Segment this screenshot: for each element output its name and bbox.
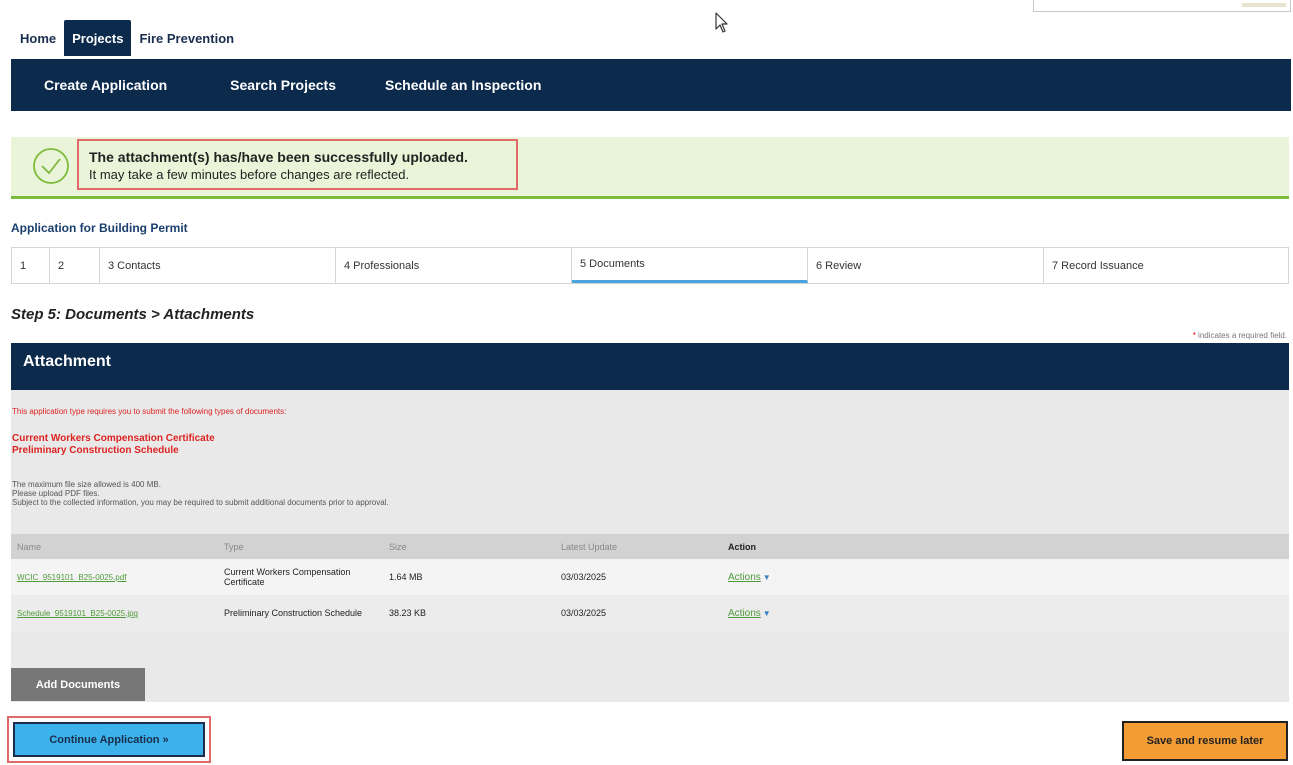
required-docs-notice: This application type requires you to su… — [12, 407, 287, 416]
actions-dropdown[interactable]: Actions — [728, 572, 761, 583]
required-docs-list: Current Workers Compensation Certificate… — [12, 433, 215, 457]
upload-info-line: Subject to the collected information, yo… — [12, 498, 389, 507]
required-field-note: * indicates a required field. — [1193, 331, 1287, 340]
step-5-documents[interactable]: 5 Documents — [572, 248, 808, 283]
mouse-cursor-icon — [715, 12, 728, 33]
tab-projects[interactable]: Projects — [64, 20, 132, 56]
required-star: * — [1192, 331, 1196, 340]
step-3-contacts[interactable]: 3 Contacts — [100, 248, 336, 283]
nav-create-application[interactable]: Create Application — [44, 77, 167, 93]
tab-home[interactable]: Home — [12, 20, 64, 56]
save-resume-later-button[interactable]: Save and resume later — [1122, 721, 1288, 761]
attachment-header: Attachment — [11, 343, 1289, 390]
required-doc-item: Preliminary Construction Schedule — [12, 445, 179, 456]
continue-application-button[interactable]: Continue Application » — [13, 722, 205, 757]
nav-search-projects[interactable]: Search Projects — [230, 77, 336, 93]
document-date: 03/03/2025 — [561, 595, 728, 631]
top-tab-bar: Home Projects Fire Prevention — [12, 20, 242, 56]
document-link[interactable]: WCIC_9519101_B25-0025.pdf — [17, 573, 126, 582]
required-note-text: indicates a required field. — [1198, 331, 1287, 340]
application-title: Application for Building Permit — [11, 221, 188, 235]
check-circle-icon — [33, 148, 69, 184]
actions-dropdown[interactable]: Actions — [728, 608, 761, 619]
required-doc-item: Current Workers Compensation Certificate — [12, 433, 215, 444]
upload-info-line: The maximum file size allowed is 400 MB. — [12, 480, 161, 489]
step-1[interactable]: 1 — [12, 248, 50, 283]
chevron-down-icon[interactable]: ▼ — [763, 573, 771, 582]
step-progress-bar: 1 2 3 Contacts 4 Professionals 5 Documen… — [11, 247, 1289, 284]
table-row: Schedule_9519101_B25-0025.jpg Preliminar… — [11, 595, 1289, 631]
success-title: The attachment(s) has/have been successf… — [89, 149, 468, 165]
success-banner: The attachment(s) has/have been successf… — [11, 137, 1289, 199]
chevron-down-icon[interactable]: ▼ — [763, 609, 771, 618]
document-link[interactable]: Schedule_9519101_B25-0025.jpg — [17, 609, 138, 618]
table-row: WCIC_9519101_B25-0025.pdf Current Worker… — [11, 559, 1289, 595]
col-header-type: Type — [224, 534, 389, 559]
step-4-professionals[interactable]: 4 Professionals — [336, 248, 572, 283]
document-size: 38.23 KB — [389, 595, 561, 631]
tab-fire-prevention[interactable]: Fire Prevention — [131, 20, 242, 56]
projects-nav-bar: Create Application Search Projects Sched… — [11, 59, 1291, 111]
nav-schedule-inspection[interactable]: Schedule an Inspection — [385, 77, 541, 93]
document-type: Preliminary Construction Schedule — [224, 608, 363, 618]
upload-info-line: Please upload PDF files. — [12, 489, 100, 498]
step-6-review[interactable]: 6 Review — [808, 248, 1044, 283]
col-header-action: Action — [728, 534, 1289, 559]
upload-info: The maximum file size allowed is 400 MB.… — [12, 480, 389, 507]
col-header-size: Size — [389, 534, 561, 559]
success-message: The attachment(s) has/have been successf… — [77, 139, 518, 190]
add-documents-button[interactable]: Add Documents — [11, 668, 145, 701]
document-size: 1.64 MB — [389, 559, 561, 595]
document-type: Current Workers Compensation Certificate — [224, 567, 351, 587]
col-header-name: Name — [11, 534, 224, 559]
step-2[interactable]: 2 — [50, 248, 100, 283]
continue-highlight: Continue Application » — [7, 716, 211, 763]
document-date: 03/03/2025 — [561, 559, 728, 595]
table-header-row: Name Type Size Latest Update Action — [11, 534, 1289, 559]
documents-table: Name Type Size Latest Update Action WCIC… — [11, 534, 1289, 631]
col-header-latest-update: Latest Update — [561, 534, 728, 559]
step-7-record-issuance[interactable]: 7 Record Issuance — [1044, 248, 1288, 283]
attachment-panel: This application type requires you to su… — [11, 390, 1289, 702]
top-search-box[interactable] — [1033, 0, 1291, 12]
success-subtitle: It may take a few minutes before changes… — [89, 167, 410, 182]
step-heading: Step 5: Documents > Attachments — [11, 306, 255, 323]
